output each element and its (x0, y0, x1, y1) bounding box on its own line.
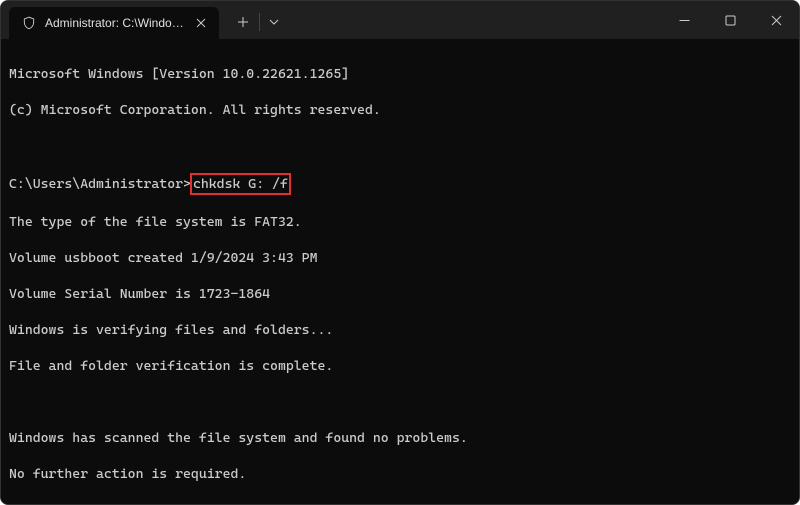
highlighted-command: chkdsk G: /f (190, 173, 291, 195)
output-line: (c) Microsoft Corporation. All rights re… (9, 101, 791, 119)
output-line: Microsoft Windows [Version 10.0.22621.12… (9, 65, 791, 83)
minimize-button[interactable] (661, 1, 707, 39)
titlebar: Administrator: C:\Windows\sy (1, 1, 799, 39)
terminal-window: Administrator: C:\Windows\sy (0, 0, 800, 505)
prompt-prefix: C:\Users\Administrator> (9, 176, 191, 192)
close-button[interactable] (753, 1, 799, 39)
tab-active[interactable]: Administrator: C:\Windows\sy (9, 7, 219, 39)
tab-dropdown-button[interactable] (262, 8, 286, 36)
tab-title: Administrator: C:\Windows\sy (45, 16, 185, 30)
shield-icon (21, 15, 37, 31)
output-line: Volume Serial Number is 1723-1864 (9, 285, 791, 303)
output-line (9, 393, 791, 411)
tab-close-button[interactable] (193, 15, 209, 31)
output-line: Volume usbboot created 1/9/2024 3:43 PM (9, 249, 791, 267)
output-line: File and folder verification is complete… (9, 357, 791, 375)
titlebar-divider (259, 13, 260, 31)
output-line: Windows is verifying files and folders..… (9, 321, 791, 339)
window-controls (661, 1, 799, 39)
output-line: No further action is required. (9, 465, 791, 483)
terminal-output[interactable]: Microsoft Windows [Version 10.0.22621.12… (1, 39, 799, 504)
output-line (9, 501, 791, 504)
output-line: Windows has scanned the file system and … (9, 429, 791, 447)
output-line (9, 137, 791, 155)
prompt-line: C:\Users\Administrator>chkdsk G: /f (9, 173, 791, 195)
new-tab-button[interactable] (229, 8, 257, 36)
maximize-button[interactable] (707, 1, 753, 39)
output-line: The type of the file system is FAT32. (9, 213, 791, 231)
